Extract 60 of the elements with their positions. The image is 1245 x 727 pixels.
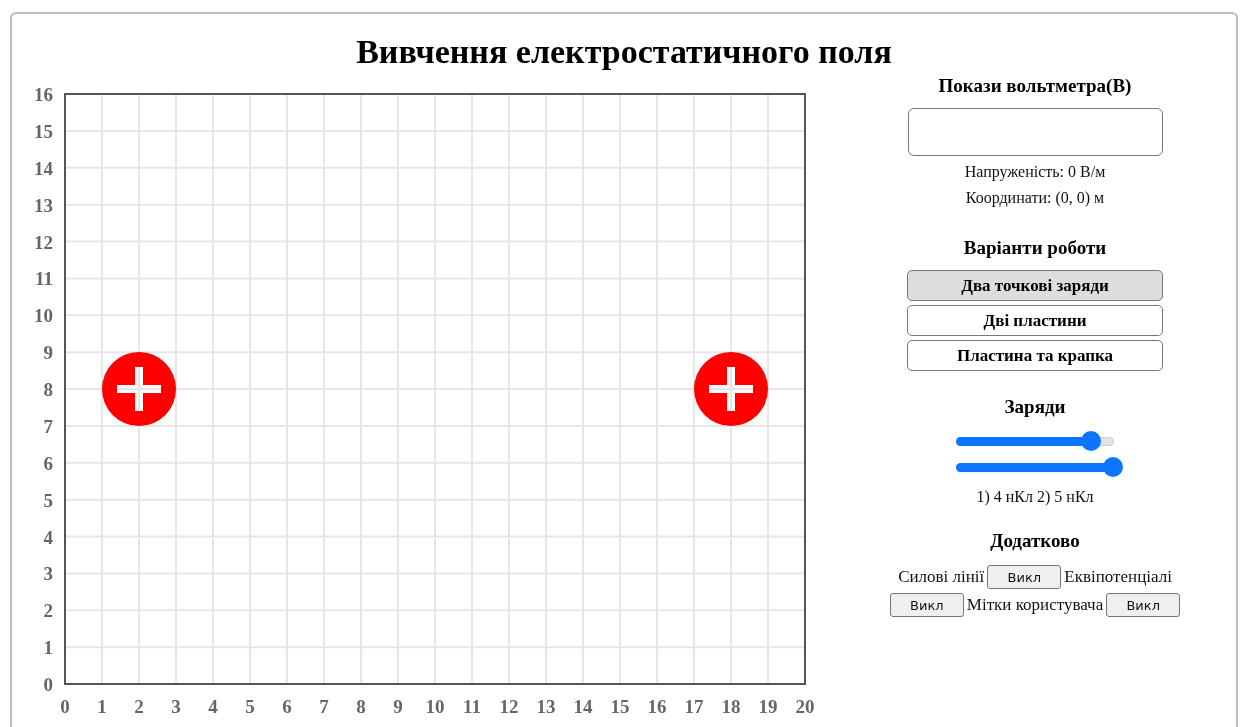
y-tick-label: 12 <box>34 231 53 253</box>
x-tick-label: 3 <box>171 696 181 717</box>
y-tick-label: 13 <box>34 194 53 216</box>
x-tick-label: 17 <box>684 696 704 717</box>
y-tick-label: 1 <box>43 637 53 659</box>
x-tick-label: 18 <box>721 696 741 717</box>
x-tick-label: 5 <box>245 696 255 717</box>
voltmeter-field[interactable] <box>907 108 1163 156</box>
off-button[interactable]: Викл <box>889 593 964 617</box>
y-tick-label: 11 <box>35 268 53 290</box>
x-tick-label: 15 <box>610 696 630 717</box>
slider-thumb[interactable] <box>1103 456 1123 477</box>
option-label: Силові лінії <box>898 567 985 587</box>
positive-charge-icon[interactable] <box>694 352 768 426</box>
reading-text: Напруженість: 0 В/м <box>964 162 1106 182</box>
section-heading: Варіанти роботи <box>963 236 1107 260</box>
option-label: Мітки користувача <box>966 595 1104 615</box>
y-tick-label: 6 <box>43 452 53 474</box>
section-heading: Покази вольтметра(В) <box>938 74 1132 98</box>
x-tick-label: 4 <box>208 696 218 717</box>
slider-thumb[interactable] <box>1081 430 1102 451</box>
page-title: Вивчення електростатичного поля <box>356 32 892 72</box>
off-button[interactable]: Викл <box>1106 593 1181 617</box>
y-tick-label: 9 <box>43 342 53 364</box>
y-tick-label: 15 <box>34 120 53 142</box>
section-heading: Додатково <box>990 529 1080 553</box>
x-tick-label: 1 <box>97 696 107 717</box>
x-tick-label: 6 <box>282 696 292 717</box>
mode-button[interactable]: Дві пластини <box>907 305 1163 336</box>
section-heading: Заряди <box>1004 395 1066 419</box>
x-tick-label: 19 <box>758 696 778 717</box>
mode-button[interactable]: Пластина та крапка <box>907 340 1163 371</box>
x-tick-label: 8 <box>356 696 366 717</box>
off-button[interactable]: Викл <box>987 565 1062 589</box>
mode-button[interactable]: Два точкові заряди <box>907 270 1163 301</box>
y-tick-label: 10 <box>34 305 53 327</box>
y-tick-label: 3 <box>43 563 53 585</box>
y-tick-label: 8 <box>43 379 53 400</box>
x-tick-label: 11 <box>463 696 481 717</box>
x-tick-label: 12 <box>499 696 519 717</box>
positive-charge-icon[interactable] <box>102 352 176 426</box>
x-tick-label: 0 <box>60 696 70 717</box>
x-tick-label: 13 <box>536 696 556 717</box>
x-tick-label: 20 <box>795 696 815 717</box>
reading-text: Координати: (0, 0) м <box>965 188 1105 208</box>
y-tick-label: 16 <box>34 84 53 105</box>
y-tick-label: 7 <box>43 415 53 437</box>
y-tick-label: 4 <box>43 526 53 548</box>
x-tick-label: 2 <box>134 696 144 717</box>
x-tick-label: 9 <box>393 696 403 717</box>
y-tick-label: 0 <box>43 674 53 695</box>
x-tick-label: 7 <box>319 696 329 717</box>
x-tick-label: 10 <box>425 696 445 717</box>
y-tick-label: 2 <box>43 600 53 622</box>
x-tick-label: 14 <box>573 696 593 717</box>
charge-readout: 1) 4 нКл 2) 5 нКл <box>976 487 1094 507</box>
x-tick-label: 16 <box>647 696 667 717</box>
y-tick-label: 5 <box>43 489 53 511</box>
option-label: Еквіпотенціалі <box>1064 567 1172 587</box>
y-tick-label: 14 <box>34 157 53 179</box>
